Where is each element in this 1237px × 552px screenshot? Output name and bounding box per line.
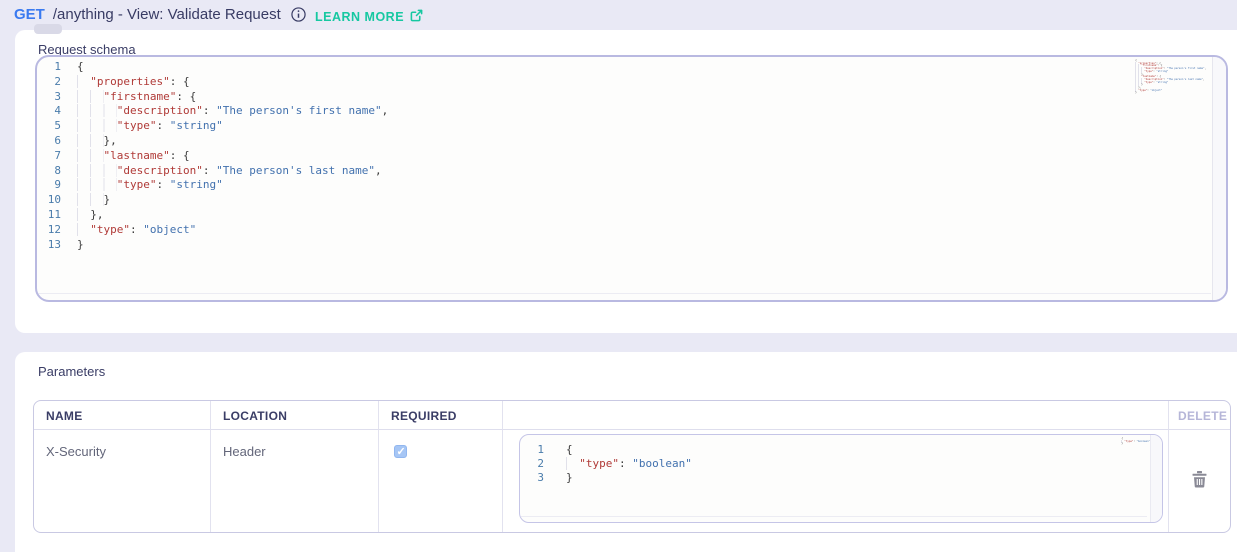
scrolled-tab-remnant [34, 24, 62, 34]
editor-line-numbers: 12345678910111213 [37, 60, 67, 252]
info-circle-icon[interactable] [291, 7, 306, 22]
param-name-cell[interactable]: X-Security [34, 430, 211, 532]
param-schema-editor[interactable]: 123 { "type": "boolean"} { "type": "bool… [519, 434, 1163, 523]
column-header-required: REQUIRED [379, 401, 503, 430]
param-delete-cell [1169, 430, 1230, 532]
request-schema-editor[interactable]: 12345678910111213 { "properties": { "fir… [35, 55, 1228, 302]
page-title: /anything - View: Validate Request [53, 6, 281, 23]
delete-parameter-button[interactable] [1192, 471, 1207, 491]
column-header-location: LOCATION [211, 401, 379, 430]
stub-editor-page: GET /anything - View: Validate Request L… [0, 0, 1237, 552]
request-schema-card: Request schema 12345678910111213 { "prop… [15, 30, 1237, 333]
required-checkbox[interactable] [394, 445, 407, 458]
learn-more-link[interactable]: LEARN MORE [315, 9, 423, 25]
column-header-name: NAME [34, 401, 211, 430]
editor-code-content[interactable]: { "type": "boolean"} [550, 443, 1146, 485]
param-schema-cell: 123 { "type": "boolean"} { "type": "bool… [503, 430, 1169, 532]
parameters-card: Parameters NAME LOCATION REQUIRED DELETE… [15, 352, 1237, 552]
http-method-badge: GET [14, 6, 45, 23]
column-header-schema [503, 401, 1169, 430]
editor-line-numbers: 123 [520, 443, 550, 485]
endpoint-header: GET /anything - View: Validate Request [14, 6, 306, 23]
editor-hscroll-divider [521, 516, 1147, 517]
param-location-cell[interactable]: Header [211, 430, 379, 532]
param-required-cell [379, 430, 503, 532]
parameters-table: NAME LOCATION REQUIRED DELETE X-Security… [33, 400, 1231, 533]
editor-minimap: { "properties": { "firstname": { "descri… [1135, 60, 1206, 95]
editor-code-content[interactable]: { "properties": { "firstname": { "descri… [67, 60, 1210, 252]
editor-minimap: { "type": "boolean"} [1121, 438, 1150, 446]
editor-hscroll-divider [38, 293, 1211, 294]
trash-icon [1192, 471, 1207, 491]
editor-scrollbar-track[interactable] [1150, 435, 1162, 522]
learn-more-label: LEARN MORE [315, 10, 404, 24]
editor-scrollbar-track[interactable] [1212, 57, 1226, 300]
column-header-delete: DELETE [1169, 401, 1230, 430]
external-link-icon [410, 9, 423, 25]
parameters-label: Parameters [38, 364, 105, 379]
